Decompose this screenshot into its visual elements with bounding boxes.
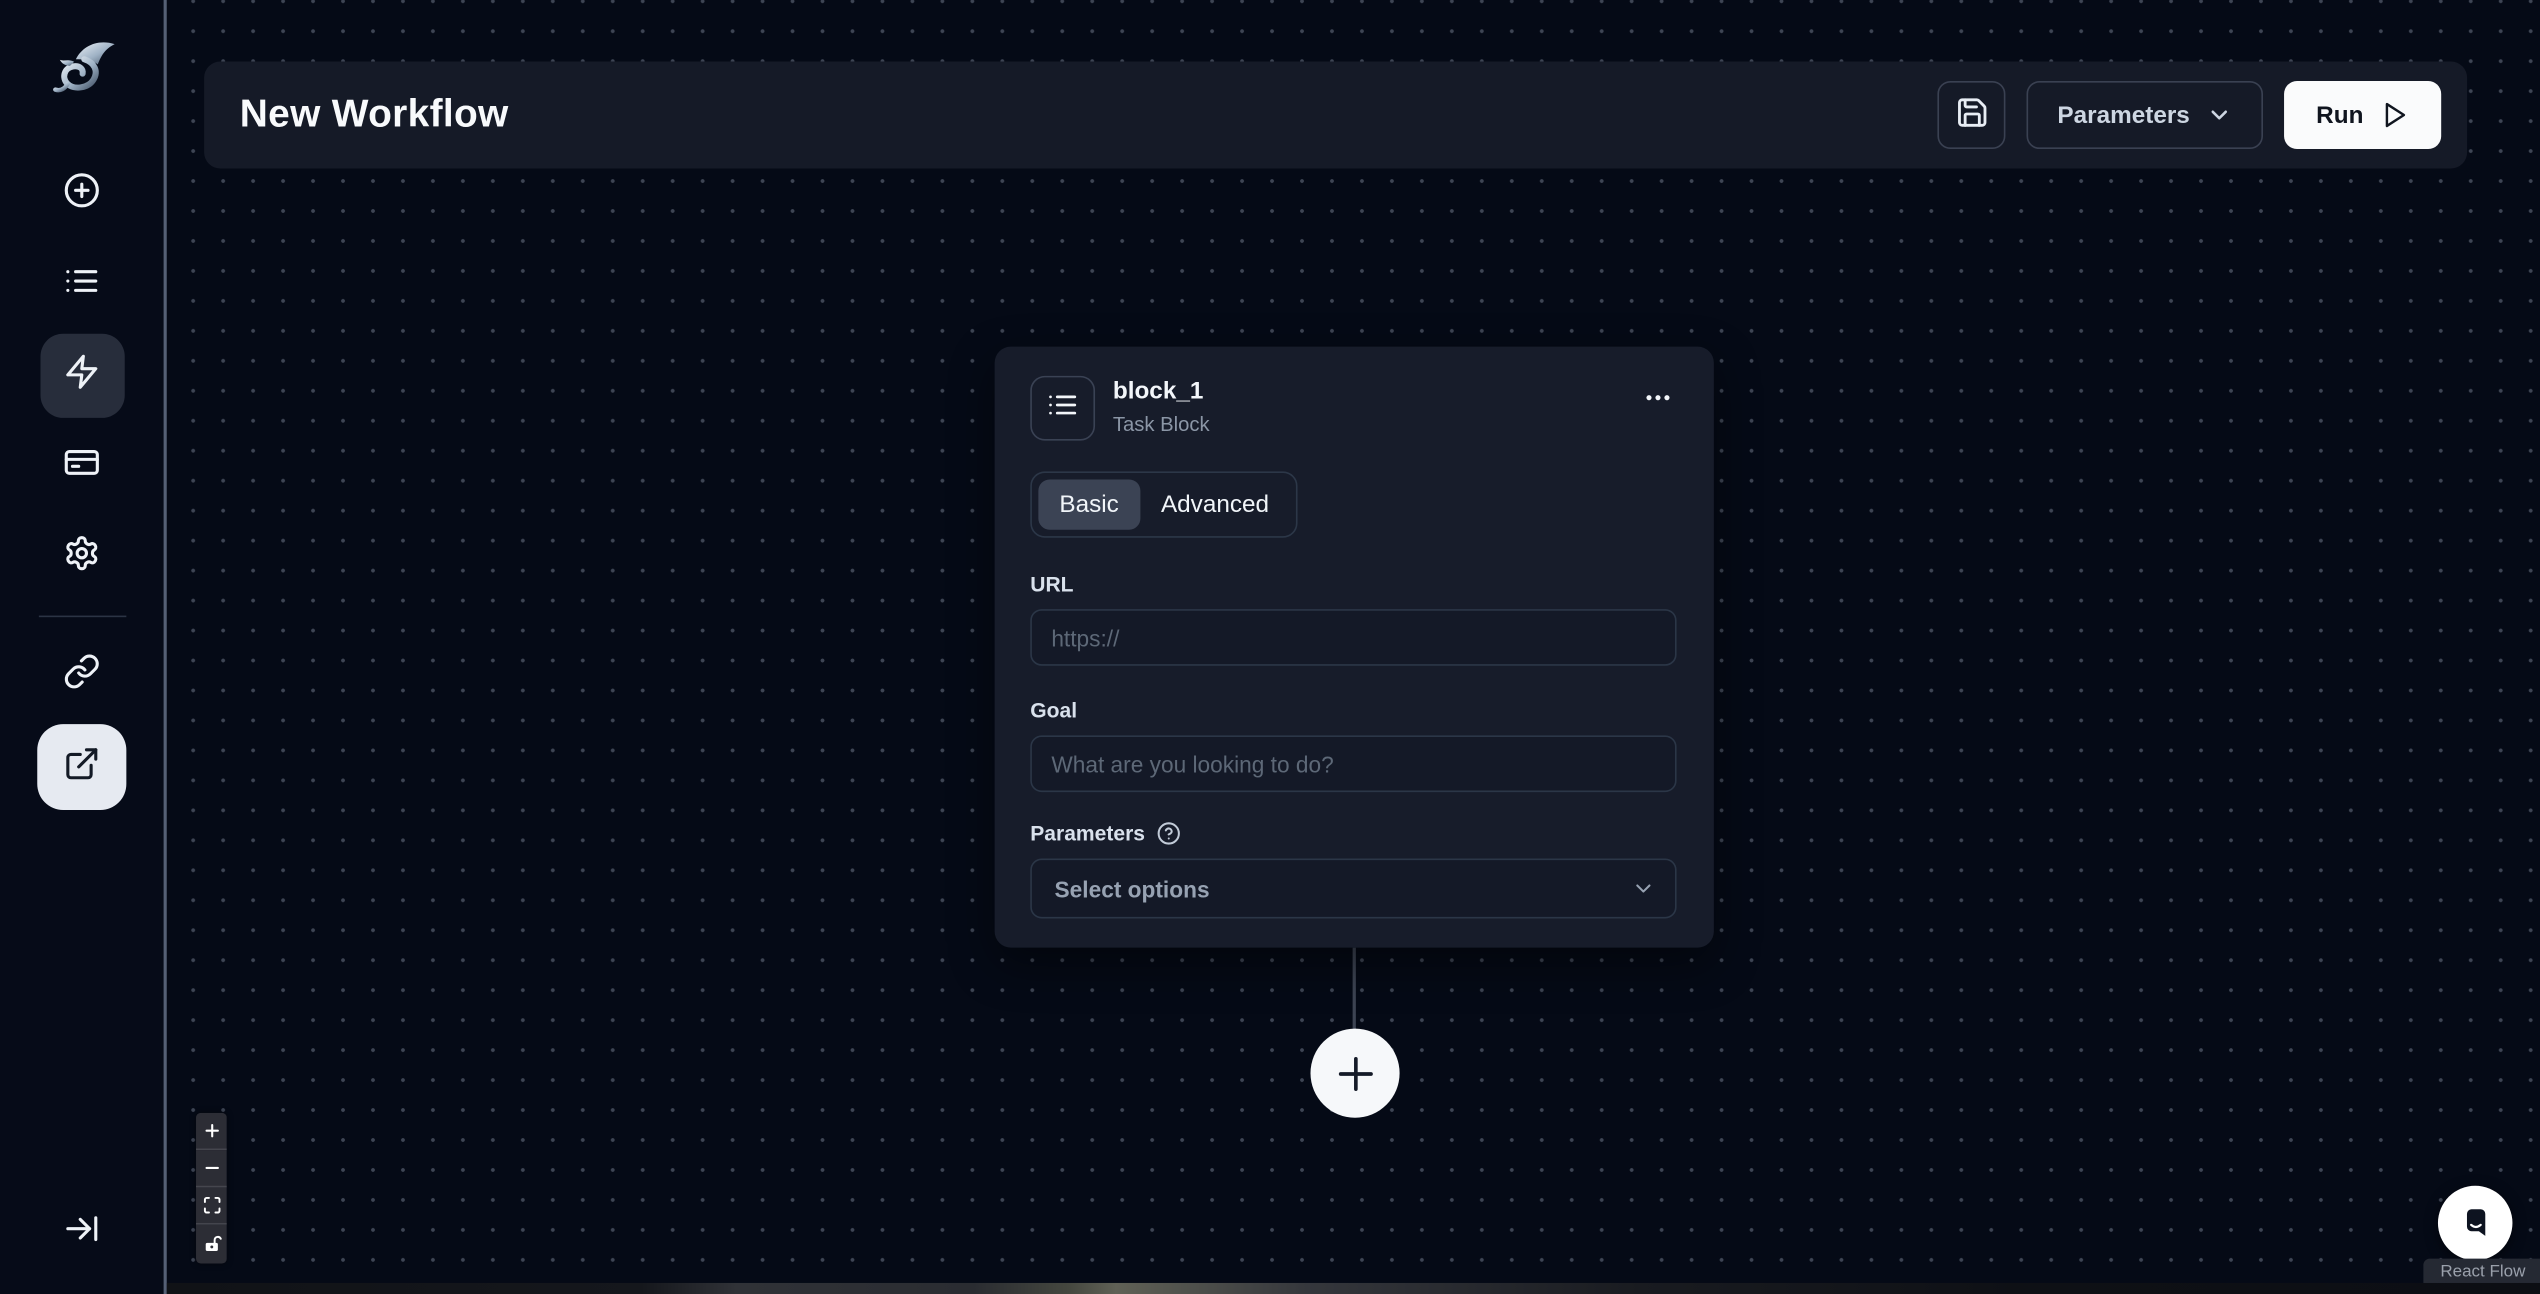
block-menu-button[interactable] <box>1639 376 1676 428</box>
gear-icon <box>63 535 100 580</box>
app-window: New Workflow Parameters Run <box>0 0 2540 1294</box>
sidebar-collapse-button[interactable] <box>40 1191 124 1275</box>
tab-advanced[interactable]: Advanced <box>1140 479 1290 529</box>
block-name[interactable]: block_1 <box>1113 377 1210 405</box>
sidebar-divider <box>38 616 125 618</box>
chevron-down-icon <box>1631 876 1655 900</box>
run-button[interactable]: Run <box>2284 81 2441 149</box>
list-icon <box>1046 388 1078 428</box>
save-icon <box>1955 96 1989 135</box>
sidebar-item-runs[interactable] <box>40 243 124 327</box>
chevron-down-icon <box>2206 102 2232 128</box>
sidebar <box>0 0 167 1294</box>
flow-edge <box>1353 948 1356 1032</box>
tab-basic[interactable]: Basic <box>1038 479 1140 529</box>
sidebar-item-create[interactable] <box>40 152 124 236</box>
external-link-icon <box>63 744 100 789</box>
plus-icon <box>1331 1049 1380 1098</box>
bottom-edge-strip <box>167 1283 2540 1294</box>
header-actions: Parameters Run <box>1938 81 2442 149</box>
sidebar-item-integrations[interactable] <box>40 633 124 717</box>
link-icon <box>63 653 100 698</box>
add-block-button[interactable] <box>1310 1029 1399 1118</box>
block-type-label: Task Block <box>1113 413 1210 436</box>
parameters-button[interactable]: Parameters <box>2027 81 2263 149</box>
circle-plus-icon <box>63 172 100 217</box>
list-icon <box>63 262 100 307</box>
lightning-icon <box>63 353 100 398</box>
zoom-out-button[interactable] <box>196 1150 227 1187</box>
node-header: block_1 Task Block <box>1030 376 1676 441</box>
sidebar-nav <box>0 146 164 810</box>
basic-advanced-tabs: Basic Advanced <box>1030 471 1298 537</box>
canvas-controls <box>196 1113 227 1264</box>
chat-widget-button[interactable] <box>2438 1186 2513 1261</box>
sidebar-item-workflows[interactable] <box>40 334 124 418</box>
parameters-button-label: Parameters <box>2057 101 2189 129</box>
parameters-select-value: Select options <box>1055 876 1210 902</box>
zoom-out-icon <box>202 1158 221 1177</box>
zoom-in-icon <box>202 1121 221 1140</box>
goal-input[interactable] <box>1030 735 1676 792</box>
node-titles: block_1 Task Block <box>1113 376 1210 436</box>
workflow-title[interactable]: New Workflow <box>240 92 509 137</box>
run-button-label: Run <box>2316 101 2363 129</box>
help-circle-icon[interactable] <box>1156 821 1180 845</box>
parameters-select[interactable]: Select options <box>1030 859 1676 919</box>
url-input[interactable] <box>1030 609 1676 666</box>
sidebar-item-browser[interactable] <box>40 424 124 508</box>
sidebar-item-external[interactable] <box>37 724 126 810</box>
parameters-label: Parameters <box>1030 821 1676 845</box>
url-label: URL <box>1030 572 1676 596</box>
task-block-node[interactable]: block_1 Task Block Basic Advanced URL Go… <box>995 347 1714 948</box>
sidebar-item-settings[interactable] <box>40 515 124 599</box>
play-icon <box>2380 100 2409 129</box>
flow-canvas[interactable]: New Workflow Parameters Run <box>167 0 2540 1294</box>
zoom-in-button[interactable] <box>196 1113 227 1150</box>
fit-view-icon <box>202 1195 221 1214</box>
card-icon <box>63 444 100 489</box>
workflow-header: New Workflow Parameters Run <box>204 62 2467 169</box>
ellipsis-icon <box>1643 392 1674 420</box>
unlock-icon <box>202 1234 221 1253</box>
block-type-icon-box <box>1030 376 1095 441</box>
lock-toggle-button[interactable] <box>196 1225 227 1264</box>
save-button[interactable] <box>1938 81 2006 149</box>
collapse-right-icon <box>63 1210 100 1255</box>
dragon-logo[interactable] <box>41 36 122 120</box>
goal-label: Goal <box>1030 698 1676 722</box>
chat-bubble-icon <box>2454 1202 2496 1244</box>
fit-view-button[interactable] <box>196 1187 227 1224</box>
